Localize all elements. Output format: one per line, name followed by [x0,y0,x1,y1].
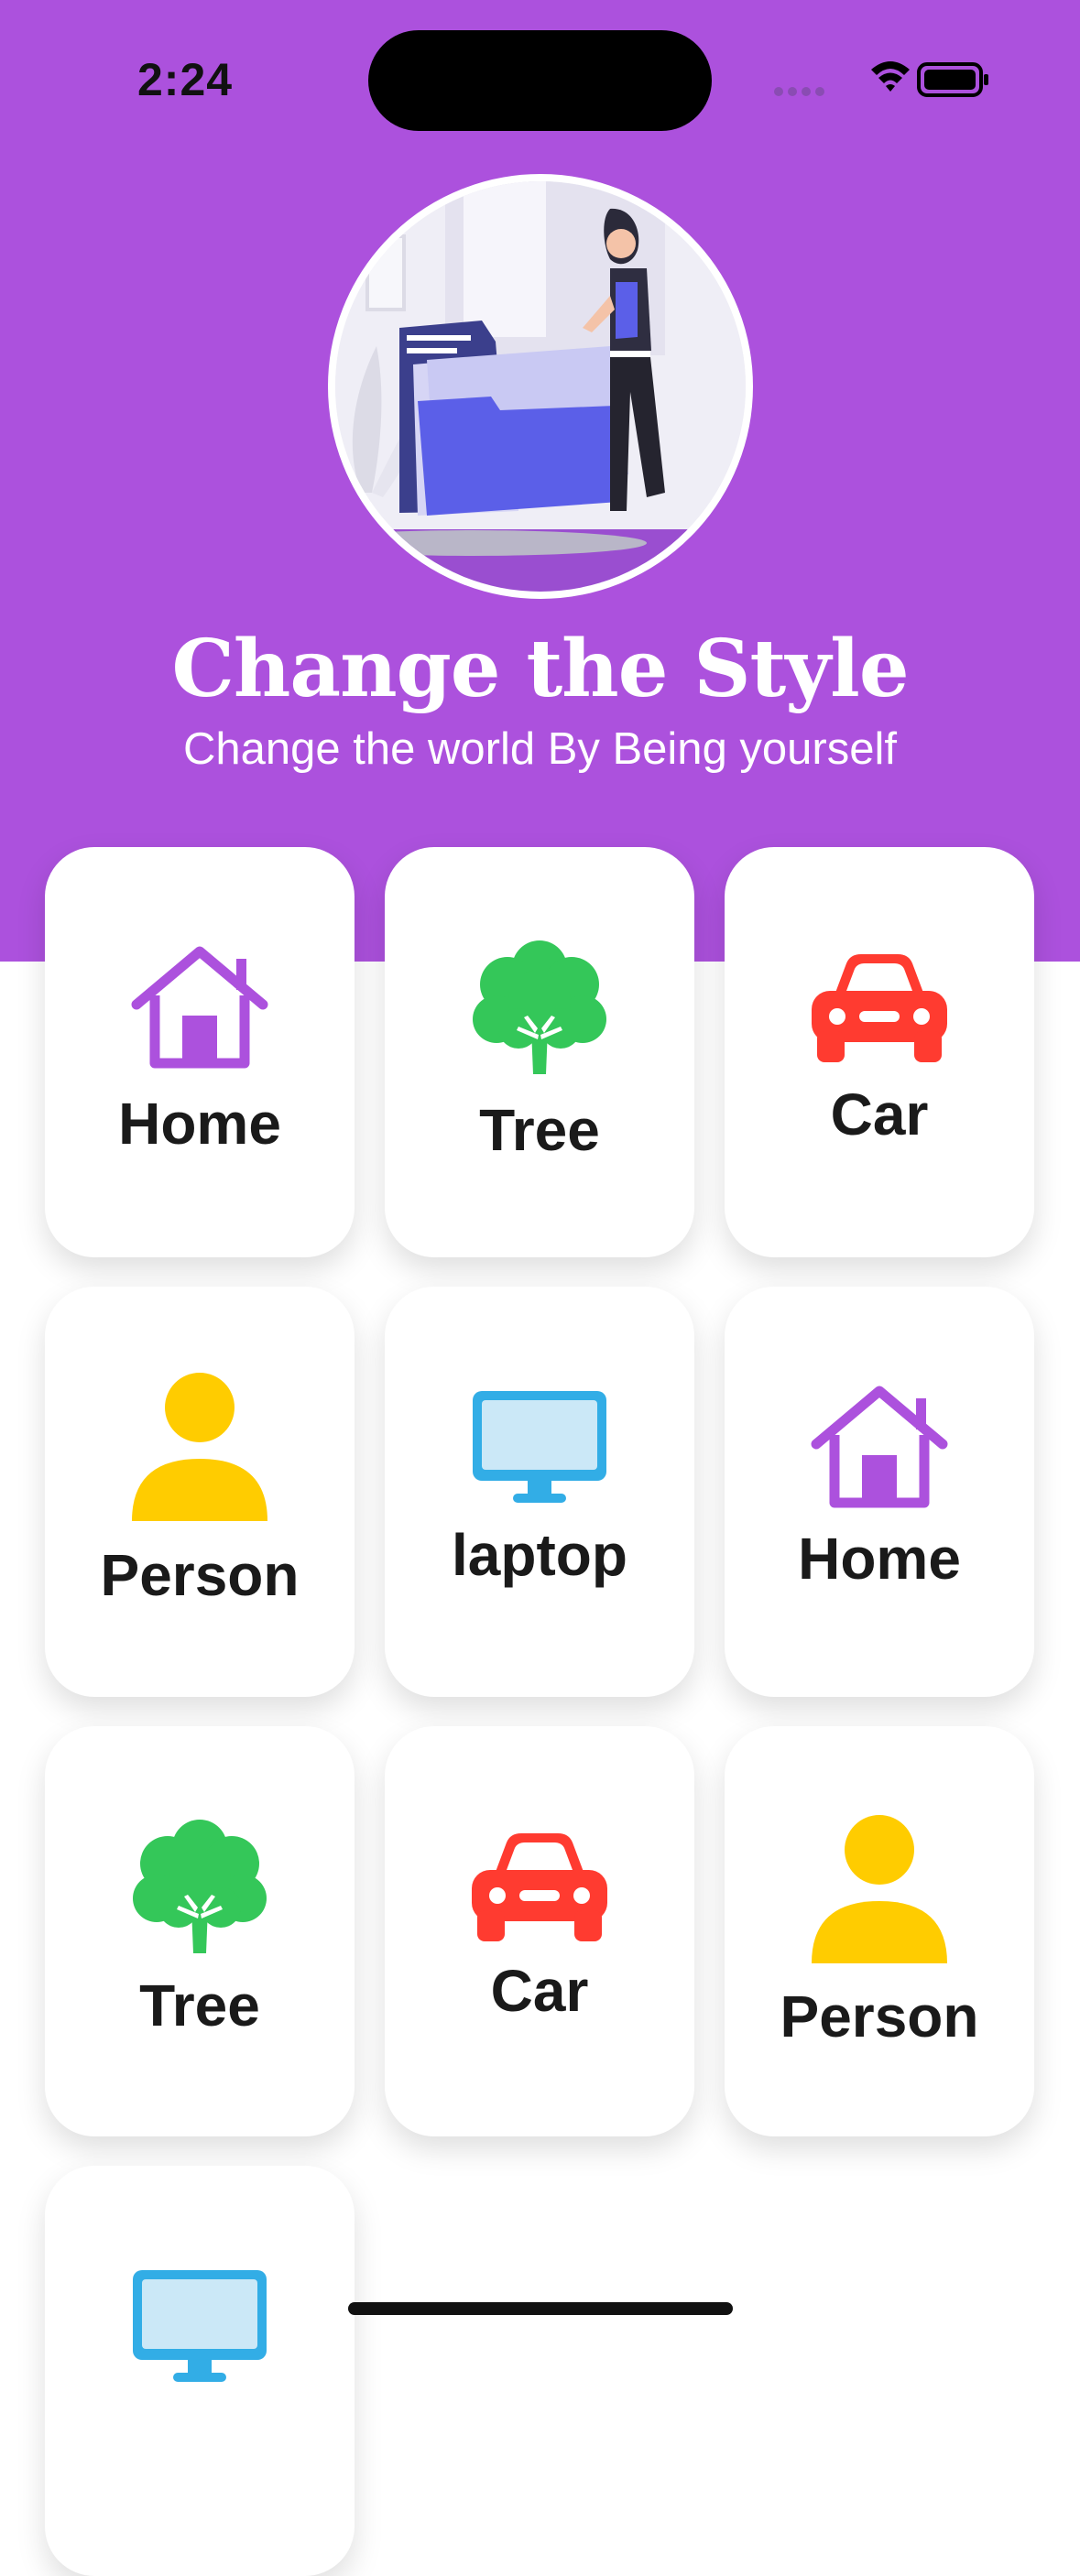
category-label: Person [100,1542,300,1608]
category-card-laptop[interactable] [45,2166,355,2576]
page-title: Change the Style [171,623,909,715]
home-indicator[interactable] [348,2302,733,2315]
folder-woman-illustration [335,181,746,592]
category-label: Car [830,1081,929,1147]
person-icon [132,1373,267,1521]
house-icon [811,1386,948,1508]
desktop-icon [133,2270,267,2382]
category-card-home[interactable]: Home [725,1287,1034,1697]
signal-dots-icon [774,87,824,96]
category-card-person[interactable]: Person [45,1287,355,1697]
category-label: Home [798,1526,961,1592]
car-icon [812,954,947,1062]
hero-illustration [328,174,753,599]
category-label: Tree [479,1097,600,1163]
tree-icon [133,1820,267,1953]
category-card-tree[interactable]: Tree [45,1726,355,2136]
battery-icon [917,62,988,97]
category-card-laptop[interactable]: laptop [385,1287,694,1697]
status-time: 2:24 [137,54,234,105]
desktop-icon [473,1391,606,1503]
page-subtitle: Change the world By Being yourself [183,724,897,774]
category-label: Home [118,1091,281,1157]
dynamic-island [368,30,712,131]
category-label: Tree [139,1973,260,2038]
category-card-person[interactable]: Person [725,1726,1034,2136]
category-card-home[interactable]: Home [45,847,355,1257]
category-card-tree[interactable]: Tree [385,847,694,1257]
house-icon [131,946,268,1069]
category-card-car[interactable]: Car [385,1726,694,2136]
category-label: Person [780,1984,979,2049]
car-icon [472,1833,607,1941]
status-icons [774,61,988,97]
tree-icon [473,940,606,1074]
wifi-icon [871,61,910,92]
category-card-car[interactable]: Car [725,847,1034,1257]
category-label: Car [490,1958,589,2024]
category-label: laptop [452,1522,627,1588]
person-icon [812,1815,947,1963]
